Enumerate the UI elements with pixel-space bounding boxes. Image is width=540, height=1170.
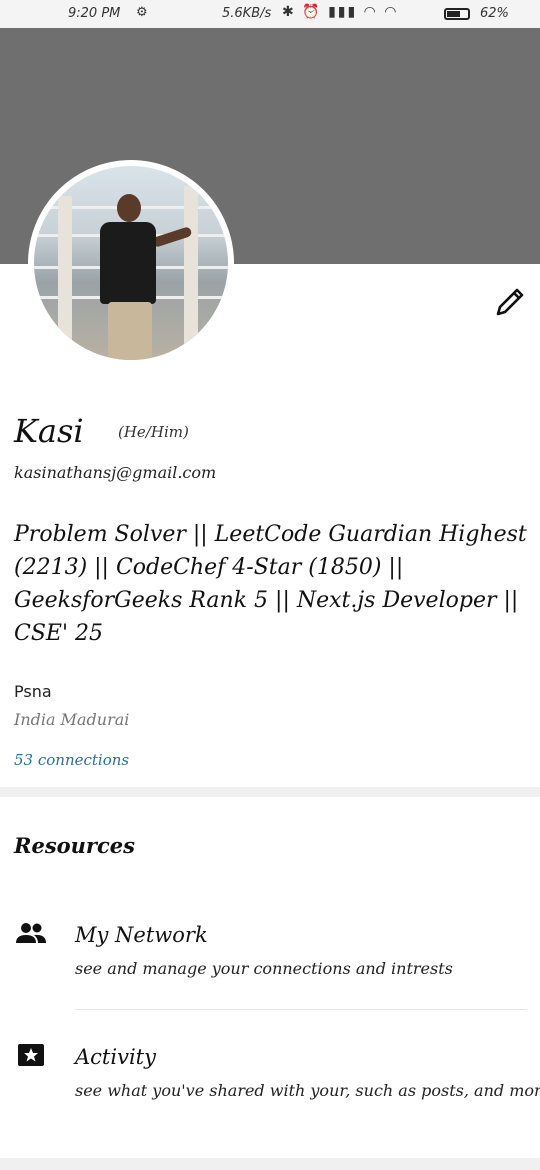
divider xyxy=(75,1009,527,1010)
profile-headline: Problem Solver || LeetCode Guardian High… xyxy=(14,522,527,646)
profile-organization: Psna xyxy=(14,682,52,701)
network-speed: 5.6KB/s xyxy=(222,6,272,21)
resource-item-activity[interactable]: Activity see what you've shared with you… xyxy=(0,1034,540,1134)
profile-name: Kasi xyxy=(14,412,84,450)
resource-description: see what you've shared with your, such a… xyxy=(75,1081,540,1100)
resource-item-my-network[interactable]: My Network see and manage your connectio… xyxy=(0,914,540,994)
resources-title: Resources xyxy=(14,833,135,858)
profile-email: kasinathansj@gmail.com xyxy=(14,463,217,482)
battery-percent: 62% xyxy=(480,6,509,21)
status-time: 9:20 PM xyxy=(68,6,121,21)
profile-location: India Madurai xyxy=(14,710,130,729)
resource-title: My Network xyxy=(75,923,208,947)
resource-title: Activity xyxy=(75,1045,156,1069)
section-separator xyxy=(0,1158,540,1170)
pencil-icon xyxy=(496,288,524,316)
status-bar: 9:20 PM ⚙ 5.6KB/s ✱ ⏰ ▮▮▮ ◠ ◠ 62% xyxy=(0,0,540,28)
edit-profile-button[interactable] xyxy=(492,284,528,320)
section-separator xyxy=(0,787,540,797)
battery-icon xyxy=(444,8,470,20)
resource-description: see and manage your connections and intr… xyxy=(75,959,453,978)
star-ticket-icon xyxy=(18,1044,44,1066)
signal-icons: ✱ ⏰ ▮▮▮ ◠ ◠ xyxy=(282,4,399,20)
profile-pronouns: (He/Him) xyxy=(118,423,189,441)
profile-photo xyxy=(34,166,228,360)
settings-icon: ⚙ xyxy=(136,5,148,20)
people-icon xyxy=(16,923,46,943)
avatar[interactable] xyxy=(28,160,234,366)
connections-link[interactable]: 53 connections xyxy=(14,751,129,769)
